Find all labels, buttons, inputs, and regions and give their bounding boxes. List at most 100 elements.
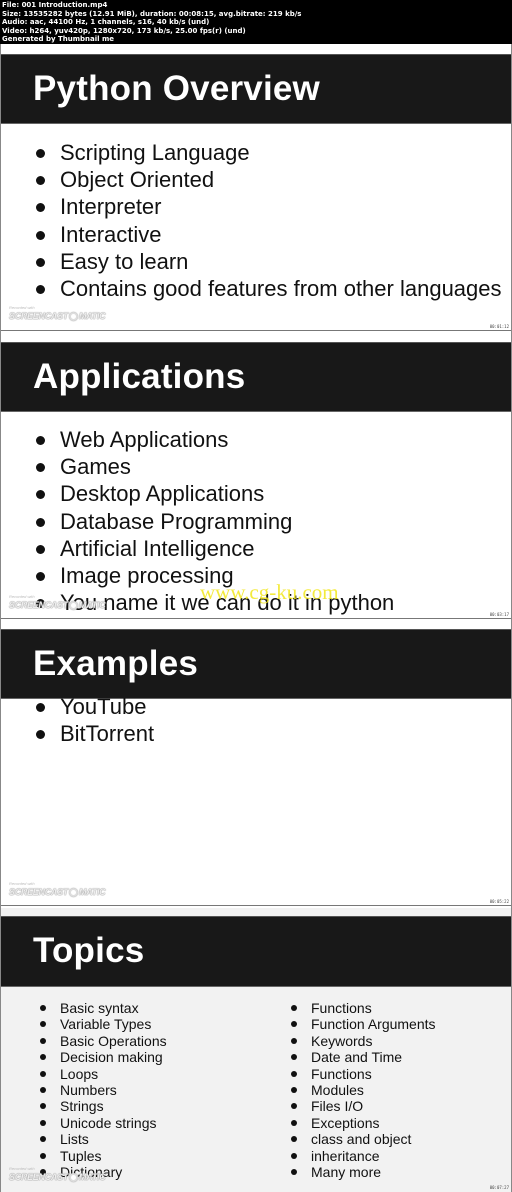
video-frame-1: Python Overview Scripting Language Objec… <box>0 44 512 332</box>
bullet-icon <box>291 1054 297 1061</box>
bullet-icon <box>40 1136 46 1143</box>
list-item: Decision making <box>38 1049 167 1065</box>
list-item: Exceptions <box>289 1115 436 1131</box>
timestamp: 00:07:27 <box>489 1185 509 1190</box>
bullet-icon <box>291 1037 297 1044</box>
bullet-icon <box>291 1103 297 1110</box>
divider <box>1 330 511 331</box>
screencast-logo-icon <box>69 311 79 321</box>
screencast-watermark: Recorded with SCREENCAST MATIC <box>9 881 106 897</box>
list-item: Variable Types <box>38 1016 167 1032</box>
bullet-icon <box>36 490 45 500</box>
screencast-logo-icon <box>69 1172 79 1182</box>
list-item: BitTorrent <box>1 720 511 747</box>
list-item: Basic syntax <box>38 1000 167 1016</box>
list-item: Basic Operations <box>38 1033 167 1049</box>
bullet-icon <box>36 436 45 445</box>
bullet-icon <box>291 1021 297 1028</box>
list-item: Modules <box>289 1082 436 1098</box>
file-info-line: Generated by Thumbnail me <box>2 35 114 44</box>
bullet-icon <box>40 1005 46 1011</box>
list-item: Lists <box>38 1131 167 1147</box>
video-frame-2: Applications Web Applications Games Desk… <box>0 332 512 620</box>
bullet-icon <box>40 1152 46 1159</box>
bullet-icon <box>40 1070 46 1077</box>
bullet-icon <box>36 149 45 158</box>
screencast-logo-icon <box>69 600 79 610</box>
bullet-icon <box>40 1087 46 1094</box>
list-item: Interpreter <box>1 193 511 220</box>
video-frame-3: Examples YouTube BitTorrent Recorded wit… <box>0 620 512 908</box>
timestamp: 00:01:12 <box>489 324 509 329</box>
slide-title-bar: Examples <box>1 629 511 699</box>
bullet-list: Scripting Language Object Oriented Inter… <box>1 139 511 302</box>
list-item: YouTube <box>1 693 511 720</box>
bullet-icon <box>40 1054 46 1061</box>
bullet-icon <box>291 1152 297 1159</box>
bullet-icon <box>40 1119 46 1126</box>
bullet-icon <box>291 1169 297 1176</box>
slide-title: Examples <box>33 644 199 683</box>
list-item: Strings <box>38 1098 167 1114</box>
bullet-icon <box>36 703 45 712</box>
screencast-watermark: Recorded with SCREENCAST MATIC <box>9 594 106 610</box>
bullet-icon <box>291 1070 297 1077</box>
bullet-icon <box>36 176 45 186</box>
slide-title-bar: Applications <box>1 342 511 412</box>
site-watermark: www.cg-ku.com <box>200 580 339 604</box>
file-info-line: Video: h264, yuv420p, 1280x720, 173 kb/s… <box>2 26 246 35</box>
list-item: Numbers <box>38 1082 167 1098</box>
list-item: Files I/O <box>289 1098 436 1114</box>
divider <box>1 905 511 906</box>
topics-left-column: Basic syntax Variable Types Basic Operat… <box>38 1000 167 1180</box>
file-info-header: File: 001 Introduction.mp4 Size: 1353528… <box>0 0 512 44</box>
bullet-icon <box>36 572 45 582</box>
list-item: Database Programming <box>1 508 511 535</box>
list-item: Many more <box>289 1164 436 1180</box>
list-item: Tuples <box>38 1148 167 1164</box>
bullet-icon <box>36 463 45 473</box>
bullet-list: YouTube BitTorrent <box>1 693 511 747</box>
list-item: Desktop Applications <box>1 480 511 507</box>
bullet-icon <box>36 517 45 527</box>
screencast-watermark: Recorded with SCREENCAST MATIC <box>9 1166 106 1182</box>
video-frame-4: Topics Basic syntax Variable Types Basic… <box>0 908 512 1192</box>
list-item: Easy to learn <box>1 248 511 275</box>
screencast-watermark: Recorded with SCREENCAST MATIC <box>9 305 106 321</box>
timestamp: 00:05:22 <box>489 899 509 904</box>
bullet-icon <box>36 203 45 213</box>
list-item: Games <box>1 453 511 480</box>
list-item: Object Oriented <box>1 166 511 193</box>
list-item: Scripting Language <box>1 139 511 166</box>
list-item: Date and Time <box>289 1049 436 1065</box>
screencast-logo-icon <box>69 887 79 897</box>
bullet-icon <box>36 730 45 740</box>
list-item: Keywords <box>289 1033 436 1049</box>
list-item: Loops <box>38 1066 167 1082</box>
topics-right-column: Functions Function Arguments Keywords Da… <box>289 1000 436 1180</box>
bullet-icon <box>291 1136 297 1143</box>
bullet-icon <box>40 1103 46 1110</box>
list-item: Function Arguments <box>289 1016 436 1032</box>
timestamp: 00:03:17 <box>489 612 509 617</box>
divider <box>1 618 511 619</box>
slide-title: Python Overview <box>33 69 320 108</box>
list-item: Unicode strings <box>38 1115 167 1131</box>
list-item: Functions <box>289 1066 436 1082</box>
file-info-line: Audio: aac, 44100 Hz, 1 channels, s16, 4… <box>2 18 210 27</box>
list-item: class and object <box>289 1131 436 1147</box>
list-item: inheritance <box>289 1148 436 1164</box>
list-item: Artificial Intelligence <box>1 535 511 562</box>
bullet-icon <box>40 1021 46 1028</box>
list-item: Web Applications <box>1 426 511 453</box>
list-item: Functions <box>289 1000 436 1016</box>
bullet-icon <box>36 257 45 267</box>
list-item: Interactive <box>1 221 511 248</box>
bullet-icon <box>291 1119 297 1126</box>
slide-title: Topics <box>33 931 145 970</box>
bullet-icon <box>291 1005 297 1011</box>
slide-title: Applications <box>33 357 246 396</box>
list-item: Contains good features from other langua… <box>1 275 511 302</box>
slide-title-bar: Python Overview <box>1 54 511 124</box>
file-info-line: File: 001 Introduction.mp4 <box>2 1 108 9</box>
